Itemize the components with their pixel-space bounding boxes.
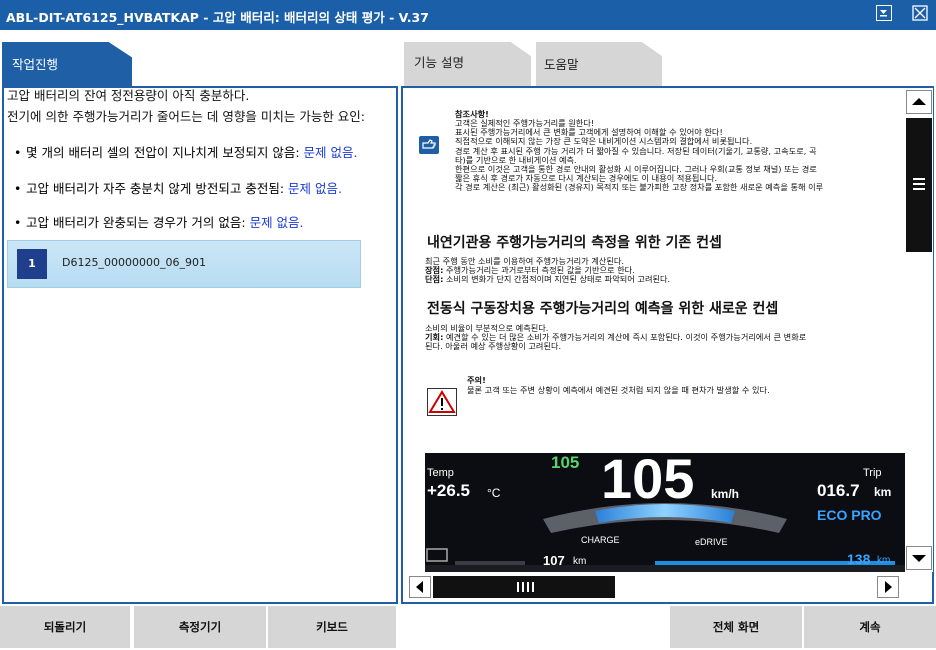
tab-row: 작업진행 기능 설명 도움말 — [0, 30, 936, 86]
cause-text: 몇 개의 배터리 셀의 전압이 지나치게 보정되지 않음: — [26, 145, 304, 160]
fullscreen-button[interactable]: 전체 화면 — [670, 606, 802, 648]
possible-causes-heading: 전기에 의한 주행가능거리가 줄어드는 데 영향을 미치는 가능한 요인: — [7, 109, 365, 124]
progress-panel: 고압 배터리의 잔여 정전용량이 아직 충분하다. 전기에 의한 주행가능거리가… — [2, 86, 398, 604]
body-line: 단점: 소비의 변화가 단지 간접적이며 지연된 상태로 파악되어 고려된다. — [425, 274, 671, 285]
cause-text: 고압 배터리가 자주 충분치 않게 방전되고 충전됨: — [26, 181, 289, 196]
edrive-label: eDRIVE — [695, 537, 728, 547]
scroll-up-icon[interactable] — [906, 90, 932, 114]
back-button[interactable]: 되돌리기 — [0, 606, 130, 648]
result-number-badge: 1 — [17, 249, 47, 279]
scroll-down-icon[interactable] — [906, 546, 932, 570]
result-code: D6125_00000000_06_901 — [62, 256, 206, 269]
cause-item: 고압 배터리가 자주 충분치 않게 방전되고 충전됨: 문제 없음. — [14, 182, 359, 195]
measuring-devices-button[interactable]: 측정기기 — [134, 606, 266, 648]
section-heading: 내연기관용 주행가능거리의 측정을 위한 기존 컨셉 — [427, 235, 722, 251]
speed-value: 105 — [601, 453, 695, 510]
range-right-unit: km — [877, 555, 891, 566]
temp-value: +26.5 — [427, 481, 471, 500]
document-panel: 참조사항! 고객은 실제적인 주행가능거리를 원한다! 표시된 주행가능거리에서… — [401, 86, 934, 604]
warning-text: 물론 고객 또는 주변 상황이 예측에서 예견된 것처럼 되지 않을 때 편차가… — [467, 385, 770, 395]
cause-item: 고압 배터리가 완충되는 경우가 거의 없음: 문제 없음. — [14, 216, 359, 229]
temp-label: Temp — [427, 467, 454, 479]
scroll-left-icon[interactable] — [409, 576, 431, 598]
cause-status: 문제 없음. — [249, 215, 304, 230]
note-body: 고객은 실제적인 주행가능거리를 원한다! 표시된 주행가능거리에서 큰 변화를… — [455, 118, 824, 193]
speed-limit: 105 — [551, 453, 580, 472]
note-line: 각 경로 계산은 (최근) 활성화된 (경유지) 목적지 또는 불가피한 고장 … — [455, 182, 824, 193]
instrument-cluster-image: Temp +26.5 °C 105 105 km/h Trip 016.7 km… — [425, 453, 905, 572]
vertical-scroll-thumb[interactable] — [906, 118, 932, 252]
window-title: ABL-DIT-AT6125_HVBATKAP - 고압 배터리: 배터리의 상… — [6, 10, 429, 25]
tab-progress-label: 작업진행 — [12, 57, 59, 72]
section-body: 소비의 비율이 부분적으로 예측된다. 기회: 예견할 수 있는 더 많은 소비… — [425, 323, 806, 352]
bottom-toolbar: 되돌리기 측정기기 키보드 전체 화면 계속 — [0, 604, 936, 650]
speed-unit: km/h — [711, 487, 740, 501]
scroll-right-icon[interactable] — [877, 576, 899, 598]
range-left-value: 107 — [543, 553, 565, 568]
minimize-icon[interactable] — [876, 5, 892, 21]
trip-label: Trip — [863, 467, 882, 479]
warning-title: 주의! — [467, 375, 486, 385]
cause-item: 몇 개의 배터리 셀의 전압이 지나치게 보정되지 않음: 문제 없음. — [14, 146, 359, 159]
tab-progress[interactable]: 작업진행 — [2, 42, 132, 86]
tab-function-label: 기능 설명 — [414, 55, 464, 70]
tab-help[interactable]: 도움말 — [536, 42, 662, 86]
keyboard-button[interactable]: 키보드 — [268, 606, 396, 648]
title-bar: ABL-DIT-AT6125_HVBATKAP - 고압 배터리: 배터리의 상… — [0, 0, 936, 30]
range-left-unit: km — [573, 556, 587, 567]
charge-label: CHARGE — [581, 535, 620, 545]
status-message: 고압 배터리의 잔여 정전용량이 아직 충분하다. — [7, 88, 250, 103]
temp-unit: °C — [487, 486, 501, 500]
result-list-item[interactable]: 1 D6125_00000000_06_901 — [7, 240, 361, 288]
note-icon — [419, 136, 439, 154]
cause-status: 문제 없음. — [303, 145, 358, 160]
range-right-value: 138 — [847, 551, 871, 567]
document-viewer: 참조사항! 고객은 실제적인 주행가능거리를 원한다! 표시된 주행가능거리에서… — [403, 88, 905, 572]
tab-function-description[interactable]: 기능 설명 — [404, 42, 531, 86]
vertical-scrollbar[interactable] — [905, 88, 933, 572]
continue-button[interactable]: 계속 — [804, 606, 936, 648]
cause-text: 고압 배터리가 완충되는 경우가 거의 없음: — [26, 215, 250, 230]
horizontal-scrollbar[interactable] — [407, 574, 901, 600]
drive-mode: ECO PRO — [817, 507, 882, 523]
close-icon[interactable] — [912, 5, 928, 21]
section-heading: 전동식 구동장치용 주행가능거리의 예측을 위한 새로운 컨셉 — [427, 301, 779, 317]
section-body: 최근 주행 동안 소비를 이용하여 주행가능거리가 계산된다. 장점: 주행가능… — [425, 256, 671, 285]
body-line: 된다. 아울러 예상 주행상황이 고려된다. — [425, 341, 562, 352]
horizontal-scroll-thumb[interactable] — [433, 576, 615, 598]
cause-status: 문제 없음. — [288, 181, 342, 196]
warning-icon — [427, 388, 457, 416]
tab-help-label: 도움말 — [544, 57, 579, 72]
trip-unit: km — [874, 485, 892, 499]
trip-value: 016.7 — [817, 481, 860, 500]
